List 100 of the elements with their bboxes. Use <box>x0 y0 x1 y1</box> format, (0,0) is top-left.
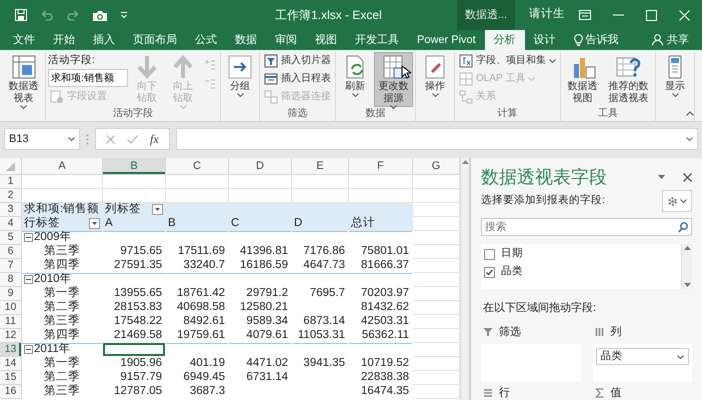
row-header[interactable]: 8 <box>0 273 22 287</box>
ribbon-button[interactable]: 插入日程表 <box>262 70 333 87</box>
table-cell-text: 22838.38 <box>360 371 410 385</box>
row-header[interactable]: 9 <box>0 287 22 301</box>
close-icon[interactable] <box>683 172 692 182</box>
table-cell: A <box>103 217 166 231</box>
checkbox[interactable] <box>484 248 495 260</box>
row-header[interactable]: 10 <box>0 301 22 315</box>
search-icon[interactable] <box>678 222 688 233</box>
table-cell <box>166 175 229 189</box>
field-name[interactable]: 日期 <box>501 246 523 262</box>
row-header[interactable]: 7 <box>0 259 22 273</box>
collapse-ribbon-icon[interactable] <box>686 111 694 116</box>
user-name[interactable]: 请计生 <box>515 6 579 24</box>
filter-dropdown-icon[interactable] <box>152 204 163 215</box>
selected-cell[interactable] <box>103 343 166 357</box>
column-header[interactable]: G <box>413 158 460 175</box>
areas-prompt: 在以下区域间拖动字段: <box>483 300 596 316</box>
ribbon-tab[interactable]: 插入 <box>84 30 124 50</box>
expand-formula-icon[interactable] <box>686 137 693 141</box>
column-header[interactable]: E <box>292 158 349 175</box>
share-button[interactable]: 共享 <box>643 30 698 50</box>
person-icon <box>652 34 663 46</box>
ribbon-tab[interactable]: 分析 <box>484 30 525 50</box>
ribbon-tab[interactable]: 审阅 <box>266 30 306 50</box>
table-cell-text: 7695.7 <box>308 287 346 301</box>
filter-dropdown-icon[interactable] <box>89 218 100 229</box>
row-header[interactable]: 3 <box>0 203 22 217</box>
tell-me-button[interactable]: 告诉我 <box>564 30 628 50</box>
row-header[interactable]: 12 <box>0 329 22 343</box>
column-header[interactable]: D <box>229 158 292 175</box>
table-cell-text: 17511.69 <box>176 245 226 259</box>
ribbon-tab[interactable]: 数据 <box>226 30 266 50</box>
table-cell-text: 第四季 <box>43 259 81 272</box>
insert-function-button[interactable]: fx <box>150 130 159 148</box>
formula-input[interactable] <box>176 128 698 150</box>
caret-icon <box>390 105 397 109</box>
ribbon-tab[interactable]: 视图 <box>306 30 346 50</box>
ribbon-button[interactable]: 显示 <box>658 52 692 107</box>
active-field-input[interactable]: 求和项:销售额 <box>48 69 128 87</box>
area-title: 行 <box>499 386 510 400</box>
ribbon-button[interactable]: 字段、项目和集 <box>457 52 558 69</box>
name-box[interactable]: B13 <box>4 128 80 150</box>
caret-icon <box>528 76 536 80</box>
customize-toolbar-icon[interactable] <box>120 11 128 19</box>
maximize-icon[interactable] <box>646 10 657 20</box>
settings-button[interactable] <box>662 190 692 212</box>
ribbon-tab[interactable]: 文件 <box>4 30 44 50</box>
check-icon[interactable] <box>127 134 138 144</box>
collapse-icon[interactable] <box>24 275 33 284</box>
column-header[interactable]: F <box>349 158 413 175</box>
table-cell-text: 75801.01 <box>360 245 410 259</box>
ribbon-button[interactable]: 推荐的数据透视表 <box>604 52 653 107</box>
collapse-icon[interactable] <box>24 345 33 354</box>
row-header[interactable]: 2 <box>0 189 22 203</box>
row-header[interactable]: 4 <box>0 217 22 231</box>
ribbon-button[interactable]: 插入切片器 <box>262 52 333 69</box>
dropdown-icon[interactable] <box>658 175 665 179</box>
field-caption: 活动字段: <box>48 53 96 68</box>
collapse-icon[interactable] <box>24 233 33 242</box>
table-cell-text: 401.19 <box>188 357 226 371</box>
column-header[interactable]: A <box>22 158 103 175</box>
search-field[interactable]: 搜索 <box>481 218 692 236</box>
ribbon-tab[interactable]: 页面布局 <box>124 30 186 50</box>
field-name[interactable]: 品类 <box>501 264 523 280</box>
ribbon-button[interactable]: 操作 <box>418 52 452 107</box>
ribbon-display-options-icon[interactable] <box>579 10 591 20</box>
row-header[interactable]: 15 <box>0 371 22 385</box>
ribbon-tab[interactable]: 公式 <box>186 30 226 50</box>
column-header[interactable]: B <box>103 158 166 175</box>
cell-text: 2010年 <box>34 273 72 286</box>
list-scrollbar[interactable] <box>681 244 692 290</box>
row-header[interactable]: 6 <box>0 245 22 259</box>
scroll-up-icon[interactable] <box>684 246 690 250</box>
ribbon-button[interactable]: 分组 <box>223 52 257 107</box>
ribbon-tab[interactable]: 开始 <box>44 30 84 50</box>
ribbon-button[interactable]: 数据透视图 <box>563 52 602 107</box>
column-header[interactable]: C <box>166 158 229 175</box>
checkbox[interactable] <box>484 266 495 278</box>
save-icon[interactable] <box>14 8 28 22</box>
ribbon-tab[interactable]: 设计 <box>524 30 565 50</box>
row-header[interactable]: 16 <box>0 385 22 399</box>
row-header[interactable]: 13 <box>0 343 22 357</box>
row-header[interactable]: 5 <box>0 231 22 245</box>
ribbon-button[interactable]: 刷新 <box>338 52 372 107</box>
ribbon-tab[interactable]: 开发工具 <box>346 30 408 50</box>
drop-area[interactable]: 品类 <box>592 344 692 382</box>
row-header[interactable]: 1 <box>0 175 22 189</box>
area-field-item[interactable]: 品类 <box>596 348 689 365</box>
camera-icon[interactable] <box>92 8 108 22</box>
row-header[interactable]: 14 <box>0 357 22 371</box>
ribbon-tab[interactable]: Power Pivot <box>408 30 485 50</box>
ribbon-button[interactable]: 数据透视表 <box>4 52 43 107</box>
vertical-scrollbar[interactable] <box>460 158 470 400</box>
scroll-up-icon[interactable] <box>462 160 468 164</box>
ribbon-button[interactable]: 更改数据源 <box>374 52 413 107</box>
cell-text: 列标签 <box>105 203 141 216</box>
minimize-icon[interactable] <box>613 14 624 16</box>
scroll-down-icon[interactable] <box>684 283 690 288</box>
row-header[interactable]: 11 <box>0 315 22 329</box>
